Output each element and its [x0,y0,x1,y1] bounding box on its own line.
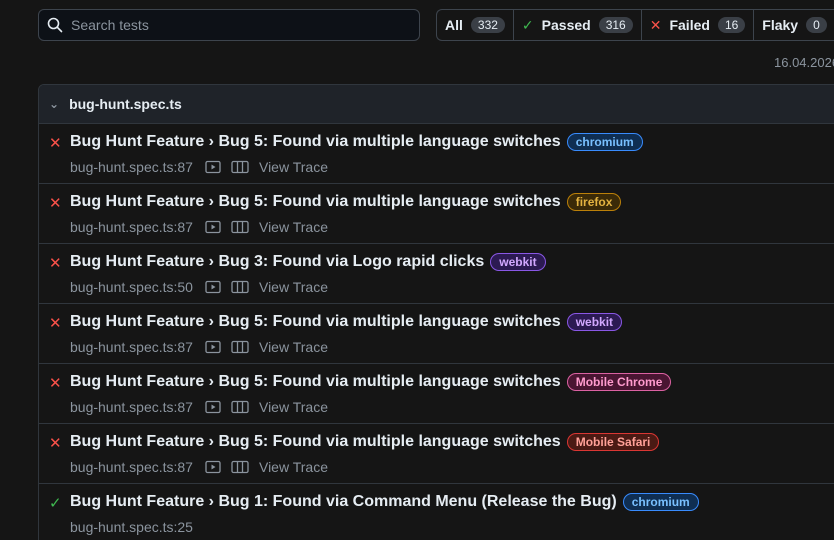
test-title[interactable]: Bug Hunt Feature › Bug 5: Found via mult… [70,193,561,211]
test-meta: bug-hunt.spec.ts:87 View Trace [70,219,328,235]
check-icon: ✓ [49,495,62,512]
test-title[interactable]: Bug Hunt Feature › Bug 5: Found via mult… [70,373,561,391]
filter-failed-label: Failed [669,17,710,33]
test-meta: bug-hunt.spec.ts:25 [70,519,205,535]
filter-flaky-count: 0 [806,17,827,33]
test-meta: bug-hunt.spec.ts:50 View Trace [70,279,328,295]
video-icon[interactable] [205,460,221,474]
x-icon: ✕ [49,135,62,152]
trace-icon[interactable] [231,400,249,414]
test-row[interactable]: ✕ Bug Hunt Feature › Bug 5: Found via mu… [39,184,834,244]
check-icon: ✓ [521,16,534,33]
video-icon[interactable] [205,220,221,234]
test-meta: bug-hunt.spec.ts:87 View Trace [70,339,328,355]
filter-all-label: All [445,17,463,33]
trace-icon[interactable] [231,340,249,354]
project-tag: Mobile Chrome [566,373,672,391]
file-name: bug-hunt.spec.ts [69,96,182,112]
test-meta: bug-hunt.spec.ts:87 View Trace [70,399,328,415]
filter-failed[interactable]: ✕ Failed 16 [642,10,755,40]
test-title-line: Bug Hunt Feature › Bug 5: Found via mult… [70,373,672,391]
test-location: bug-hunt.spec.ts:87 [70,219,193,235]
filter-flaky-label: Flaky [762,17,799,33]
test-list: ✕ Bug Hunt Feature › Bug 5: Found via mu… [39,124,834,540]
trace-icon[interactable] [231,460,249,474]
filter-all[interactable]: All 332 [437,10,514,40]
project-tag: chromium [622,493,699,511]
view-trace-link[interactable]: View Trace [259,219,328,235]
view-trace-link[interactable]: View Trace [259,339,328,355]
x-icon: ✕ [49,375,62,392]
test-location: bug-hunt.spec.ts:25 [70,519,193,535]
test-location: bug-hunt.spec.ts:50 [70,279,193,295]
test-row[interactable]: ✕ Bug Hunt Feature › Bug 5: Found via mu… [39,124,834,184]
filter-all-count: 332 [470,17,505,33]
filter-failed-count: 16 [717,17,746,33]
view-trace-link[interactable]: View Trace [259,159,328,175]
test-title[interactable]: Bug Hunt Feature › Bug 3: Found via Logo… [70,253,484,271]
video-icon[interactable] [205,160,221,174]
project-tag: Mobile Safari [566,433,660,451]
video-icon[interactable] [205,280,221,294]
trace-icon[interactable] [231,280,249,294]
test-row[interactable]: ✕ Bug Hunt Feature › Bug 5: Found via mu… [39,304,834,364]
trace-icon[interactable] [231,220,249,234]
test-file-group: ⌄ bug-hunt.spec.ts ✕ Bug Hunt Feature › … [38,84,834,540]
view-trace-link[interactable]: View Trace [259,459,328,475]
test-location: bug-hunt.spec.ts:87 [70,459,193,475]
video-icon[interactable] [205,400,221,414]
x-icon: ✕ [49,255,62,272]
project-tag: webkit [566,313,623,331]
video-icon[interactable] [205,340,221,354]
filter-passed-count: 316 [598,17,633,33]
test-location: bug-hunt.spec.ts:87 [70,339,193,355]
x-icon: ✕ [49,435,62,452]
status-filters: All 332 ✓ Passed 316 ✕ Failed 16 Flaky 0 [436,9,834,41]
project-tag: firefox [566,193,622,211]
test-meta: bug-hunt.spec.ts:87 View Trace [70,459,328,475]
test-row[interactable]: ✕ Bug Hunt Feature › Bug 5: Found via mu… [39,364,834,424]
x-icon: ✕ [49,315,62,332]
chevron-down-icon: ⌄ [49,97,60,111]
test-row[interactable]: ✕ Bug Hunt Feature › Bug 3: Found via Lo… [39,244,834,304]
view-trace-link[interactable]: View Trace [259,279,328,295]
test-title[interactable]: Bug Hunt Feature › Bug 5: Found via mult… [70,133,561,151]
filter-passed-label: Passed [541,17,591,33]
test-title-line: Bug Hunt Feature › Bug 1: Found via Comm… [70,493,699,511]
test-title[interactable]: Bug Hunt Feature › Bug 5: Found via mult… [70,313,561,331]
test-row[interactable]: ✓ Bug Hunt Feature › Bug 1: Found via Co… [39,484,834,540]
filter-passed[interactable]: ✓ Passed 316 [514,10,642,40]
test-title-line: Bug Hunt Feature › Bug 5: Found via mult… [70,313,623,331]
view-trace-link[interactable]: View Trace [259,399,328,415]
search-box[interactable] [38,9,420,41]
test-title-line: Bug Hunt Feature › Bug 5: Found via mult… [70,133,643,151]
test-title[interactable]: Bug Hunt Feature › Bug 5: Found via mult… [70,433,561,451]
test-meta: bug-hunt.spec.ts:87 View Trace [70,159,328,175]
test-title-line: Bug Hunt Feature › Bug 3: Found via Logo… [70,253,546,271]
file-header[interactable]: ⌄ bug-hunt.spec.ts [39,85,834,124]
test-title-line: Bug Hunt Feature › Bug 5: Found via mult… [70,433,660,451]
test-location: bug-hunt.spec.ts:87 [70,159,193,175]
test-row[interactable]: ✕ Bug Hunt Feature › Bug 5: Found via mu… [39,424,834,484]
project-tag: chromium [566,133,643,151]
report-page: All 332 ✓ Passed 316 ✕ Failed 16 Flaky 0… [0,0,834,540]
test-title-line: Bug Hunt Feature › Bug 5: Found via mult… [70,193,622,211]
report-date: 16.04.2026 [774,55,834,70]
filter-flaky[interactable]: Flaky 0 [754,10,834,40]
trace-icon[interactable] [231,160,249,174]
search-icon [47,17,63,33]
test-title[interactable]: Bug Hunt Feature › Bug 1: Found via Comm… [70,493,617,511]
search-input[interactable] [71,17,391,33]
x-icon: ✕ [649,16,662,33]
x-icon: ✕ [49,195,62,212]
project-tag: webkit [490,253,546,271]
test-location: bug-hunt.spec.ts:87 [70,399,193,415]
